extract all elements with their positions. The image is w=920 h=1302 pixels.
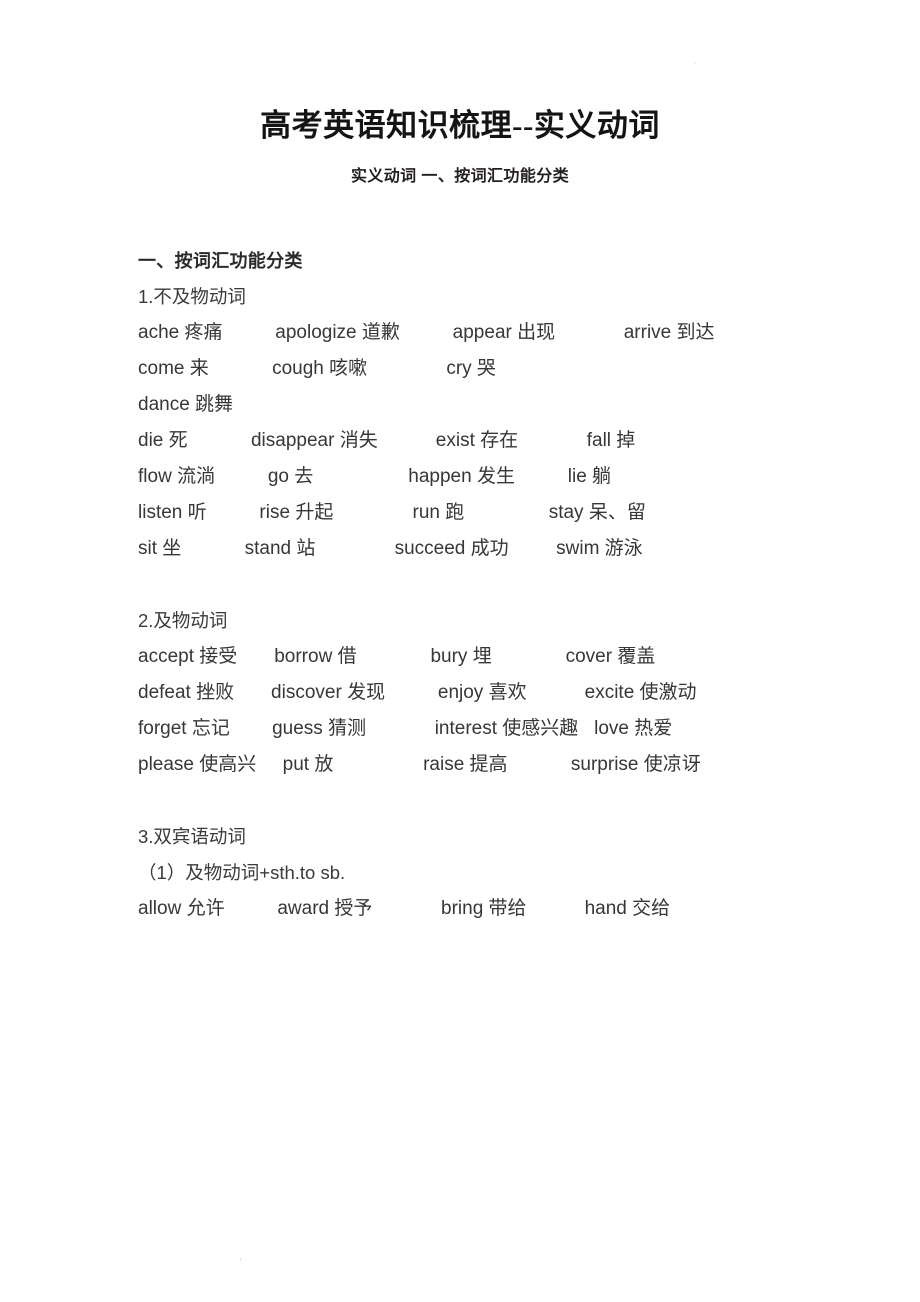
word-list-line: forget 忘记 guess 猜测 interest 使感兴趣 love 热爱 <box>138 718 673 739</box>
page-title: 高考英语知识梳理--实义动词 <box>260 108 660 143</box>
document-page: ' ' 高考英语知识梳理--实义动词 实义动词 一、按词汇功能分类 一、按词汇功… <box>0 0 920 1302</box>
word-list-line: defeat 挫败 discover 发现 enjoy 喜欢 excite 使激… <box>138 682 697 703</box>
group-sublabel-ditransitive: （1）及物动词+sth.to sb. <box>138 862 346 883</box>
scan-artifact-bottom-left: ' <box>240 1257 242 1267</box>
word-list-line: accept 接受 borrow 借 bury 埋 cover 覆盖 <box>138 646 656 667</box>
word-list-line: listen 听 rise 升起 run 跑 stay 呆、留 <box>138 502 646 523</box>
word-list-line: sit 坐 stand 站 succeed 成功 swim 游泳 <box>138 538 643 559</box>
group-label-ditransitive: 3.双宾语动词 <box>138 826 246 847</box>
word-list-line: allow 允许 award 授予 bring 带给 hand 交给 <box>138 898 671 919</box>
word-list-line: please 使高兴 put 放 raise 提高 surprise 使凉讶 <box>138 754 701 775</box>
page-subtitle: 实义动词 一、按词汇功能分类 <box>350 168 570 185</box>
word-list-line: ache 疼痛 apologize 道歉 appear 出现 arrive 到达… <box>138 322 768 379</box>
document-body: 一、按词汇功能分类 1.不及物动词 ache 疼痛 apologize 道歉 a… <box>138 243 786 927</box>
word-list-line: flow 流淌 go 去 happen 发生 lie 躺 <box>138 466 612 487</box>
group-label-transitive: 2.及物动词 <box>138 610 228 631</box>
scan-artifact-top-right: ' <box>694 61 696 71</box>
section-heading: 一、按词汇功能分类 <box>138 251 303 271</box>
word-list-line: dance 跳舞 <box>138 394 234 415</box>
word-list-line: die 死 disappear 消失 exist 存在 fall 掉 <box>138 430 636 451</box>
group-label-intransitive: 1.不及物动词 <box>138 286 246 307</box>
